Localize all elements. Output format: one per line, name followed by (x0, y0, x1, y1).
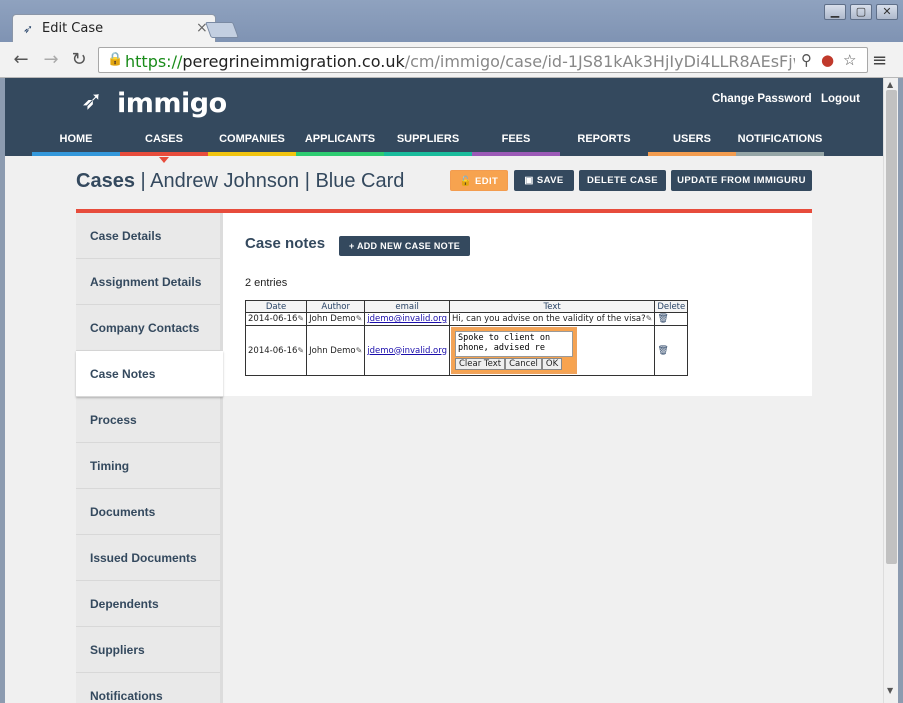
nav-reports[interactable]: REPORTS (560, 126, 648, 156)
author-cell[interactable]: John Demo✎ (306, 312, 366, 326)
trash-icon[interactable]: 🗑 (657, 314, 668, 324)
browser-window: ➶ Edit Case × ▁ ▢ ✕ ← → ↻ 🔒 https://pere… (0, 0, 903, 703)
nav-home[interactable]: HOME (32, 126, 120, 156)
change-password-link[interactable]: Change Password (712, 93, 812, 105)
table-row: 2014-06-16✎ John Demo✎ jdemo@invalid.org… (244, 312, 689, 326)
column-header-delete: Delete (654, 300, 689, 313)
nav-applicants[interactable]: APPLICANTS (296, 126, 384, 156)
title-bar: ➶ Edit Case × ▁ ▢ ✕ (0, 0, 903, 44)
notes-table: Date Author email Text Delete 2014-06-16… (244, 300, 689, 376)
edit-pencil-icon[interactable]: ✎ (646, 314, 653, 323)
table-header-row: Date Author email Text Delete (244, 300, 689, 313)
site-header: ➶ immigo Change Password Logout HOME CAS… (5, 78, 883, 163)
page-viewport: ➶ immigo Change Password Logout HOME CAS… (5, 78, 883, 703)
inline-note-editor: Spoke to client on phone, advised re Cle… (450, 327, 577, 374)
delete-cell[interactable]: 🗑 (654, 325, 689, 376)
entries-count: 2 entries (245, 277, 288, 289)
sidebar-item-case-details[interactable]: Case Details (76, 213, 220, 259)
menu-icon[interactable]: ≡ (872, 50, 887, 71)
nav-fees[interactable]: FEES (472, 126, 560, 156)
sidebar-item-case-notes[interactable]: Case Notes (76, 351, 223, 397)
new-tab-button[interactable] (205, 22, 239, 38)
minimize-button[interactable]: ▁ (824, 4, 846, 20)
sidebar-item-suppliers[interactable]: Suppliers (76, 627, 220, 673)
email-cell[interactable]: jdemo@invalid.org (364, 312, 450, 326)
unlock-icon: 🔓 (459, 176, 476, 187)
tab-title: Edit Case (42, 21, 104, 36)
author-cell[interactable]: John Demo✎ (306, 325, 366, 376)
sidebar-item-dependents[interactable]: Dependents (76, 581, 220, 627)
reload-icon[interactable]: ↻ (68, 49, 90, 70)
nav-notifications[interactable]: NOTIFICATIONS (736, 126, 824, 156)
email-cell[interactable]: jdemo@invalid.org (364, 325, 450, 376)
save-button[interactable]: ▣ SAVE (514, 170, 574, 191)
delete-case-button[interactable]: DELETE CASE (579, 170, 666, 191)
main-nav: HOME CASES COMPANIES APPLICANTS SUPPLIER… (5, 126, 883, 163)
sidebar-item-timing[interactable]: Timing (76, 443, 220, 489)
nav-users[interactable]: USERS (648, 126, 736, 156)
bookmark-star-icon[interactable]: ☆ (843, 51, 856, 69)
cancel-button[interactable]: Cancel (505, 358, 542, 370)
edit-pencil-icon[interactable]: ✎ (297, 346, 304, 355)
text-cell[interactable]: Hi, can you advise on the validity of th… (448, 312, 656, 326)
url-text[interactable]: https://peregrineimmigration.co.uk/cm/im… (125, 52, 795, 71)
nav-companies[interactable]: COMPANIES (208, 126, 296, 156)
forward-arrow-icon[interactable]: → (40, 49, 62, 70)
favicon-icon: ➶ (23, 22, 34, 36)
sidebar-item-documents[interactable]: Documents (76, 489, 220, 535)
sidebar-item-notifications[interactable]: Notifications (76, 673, 220, 703)
address-bar[interactable]: 🔒 https://peregrineimmigration.co.uk/cm/… (98, 47, 868, 73)
active-caret-icon (159, 157, 169, 163)
text-cell[interactable]: Spoke to client on phone, advised re Cle… (448, 325, 656, 376)
column-header-email[interactable]: email (364, 300, 450, 313)
scroll-down-arrow-icon[interactable]: ▼ (887, 686, 893, 695)
email-link[interactable]: jdemo@invalid.org (367, 314, 447, 324)
update-from-immiguru-button[interactable]: UPDATE FROM IMMIGURU (671, 170, 812, 191)
add-case-note-button[interactable]: + ADD NEW CASE NOTE (339, 236, 470, 256)
sidebar-item-issued-documents[interactable]: Issued Documents (76, 535, 220, 581)
back-arrow-icon[interactable]: ← (10, 49, 32, 70)
scroll-thumb[interactable] (886, 90, 897, 564)
sidebar-item-company-contacts[interactable]: Company Contacts (76, 305, 220, 351)
date-cell[interactable]: 2014-06-16✎ (244, 312, 308, 326)
save-icon: ▣ (524, 175, 537, 186)
note-textarea[interactable]: Spoke to client on phone, advised re (454, 331, 573, 357)
vertical-scrollbar[interactable]: ▲ ▼ (883, 78, 898, 703)
nav-suppliers[interactable]: SUPPLIERS (384, 126, 472, 156)
sidebar-item-assignment-details[interactable]: Assignment Details (76, 259, 220, 305)
ok-button[interactable]: OK (541, 358, 563, 370)
logo-bird-icon: ➶ (81, 86, 103, 116)
column-header-date[interactable]: Date (244, 300, 308, 313)
search-icon[interactable]: ⚲ (801, 51, 812, 69)
extension-icon[interactable]: ● (821, 51, 834, 69)
trash-icon[interactable]: 🗑 (657, 346, 668, 356)
date-cell[interactable]: 2014-06-16✎ (244, 325, 308, 376)
sidebar-item-process[interactable]: Process (76, 397, 220, 443)
scroll-up-arrow-icon[interactable]: ▲ (887, 80, 893, 89)
delete-cell[interactable]: 🗑 (654, 312, 689, 326)
column-header-text[interactable]: Text (448, 300, 656, 313)
email-link[interactable]: jdemo@invalid.org (367, 346, 447, 356)
edit-pencil-icon[interactable]: ✎ (356, 346, 363, 355)
case-sidebar: Case Details Assignment Details Company … (76, 213, 223, 703)
edit-pencil-icon[interactable]: ✎ (297, 314, 304, 323)
nav-cases[interactable]: CASES (120, 126, 208, 163)
page-title: Cases | Andrew Johnson | Blue Card (76, 170, 405, 192)
browser-toolbar: ← → ↻ 🔒 https://peregrineimmigration.co.… (0, 42, 903, 78)
lock-icon: 🔒 (107, 52, 124, 67)
maximize-button[interactable]: ▢ (850, 4, 872, 20)
browser-tab[interactable]: ➶ Edit Case × (12, 14, 216, 44)
window-close-button[interactable]: ✕ (876, 4, 898, 20)
logout-link[interactable]: Logout (821, 93, 860, 105)
edit-button[interactable]: 🔓 EDIT (450, 170, 508, 191)
section-title: Case notes (245, 235, 326, 252)
clear-text-button[interactable]: Clear Text (454, 358, 506, 370)
edit-pencil-icon[interactable]: ✎ (356, 314, 363, 323)
column-header-author[interactable]: Author (306, 300, 366, 313)
table-row: 2014-06-16✎ John Demo✎ jdemo@invalid.org… (244, 325, 689, 376)
